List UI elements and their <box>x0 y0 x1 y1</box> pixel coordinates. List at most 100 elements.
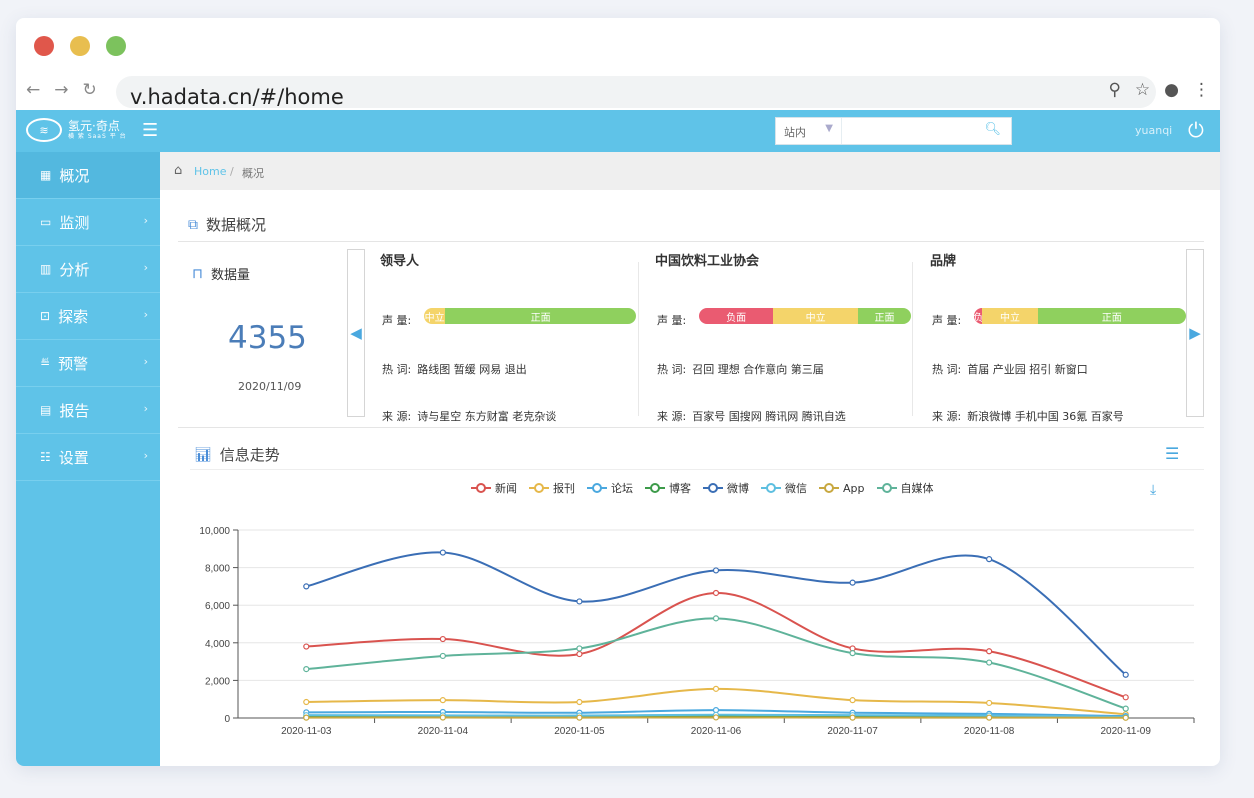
legend-label: 微信 <box>785 482 807 495</box>
sidebar-item-overview[interactable]: ▦ 概况 <box>16 152 160 199</box>
data-point <box>303 666 310 673</box>
sidebar-item-explore[interactable]: ⊡ 探索 › <box>16 293 160 340</box>
data-point <box>1122 714 1129 721</box>
overview-section-title: ⧉ 数据概况 <box>188 214 266 235</box>
sources-row-value: 百家号 国搜网 腾讯网 腾讯自选 <box>692 410 846 423</box>
data-point <box>439 714 446 721</box>
data-volume-count: 4355 <box>228 320 307 356</box>
sentiment-segment[interactable]: 正面 <box>857 308 911 324</box>
legend-item[interactable]: 新闻 <box>471 480 517 496</box>
chevron-down-icon: ▼ <box>825 123 833 134</box>
y-tick-label: 6,000 <box>205 601 230 612</box>
chevron-right-icon: › <box>143 402 148 415</box>
trend-title-text: 信息走势 <box>219 446 280 464</box>
sidebar-item-report[interactable]: ▤ 报告 › <box>16 387 160 434</box>
divider <box>912 262 913 416</box>
username[interactable]: yuanqi <box>1135 124 1172 137</box>
hot-words-row-label: 热 词: <box>932 363 962 376</box>
y-tick-label: 8,000 <box>205 564 230 575</box>
legend-item[interactable]: 论坛 <box>587 480 633 496</box>
star-icon[interactable]: ☆ <box>1135 80 1150 100</box>
x-tick-label: 2020-11-09 <box>1101 726 1152 737</box>
volume-row: 声 量: <box>932 312 967 328</box>
data-point <box>712 685 720 692</box>
volume-row: 声 量: <box>657 312 692 328</box>
reload-icon[interactable]: ↻ <box>83 80 97 100</box>
sidebar-item-label: 分析 <box>59 260 90 279</box>
series-line <box>306 617 1127 710</box>
data-point <box>712 589 720 597</box>
hot-words-row: 热 词: 首届 产业园 招引 新窗口 <box>932 361 1088 377</box>
breadcrumb-current: 概况 <box>242 167 264 180</box>
chart-options-icon[interactable]: ☰ <box>1165 444 1179 463</box>
data-point <box>576 714 583 721</box>
zoom-icon[interactable]: ⚲ <box>1108 80 1120 100</box>
more-icon[interactable]: ⋮ <box>1193 80 1210 100</box>
app-logo[interactable]: ≋ 氢元·奇点 横 紫 SaaS 平 台 <box>26 118 127 142</box>
sentiment-segment[interactable]: 正面 <box>1037 308 1186 324</box>
sources-row-value: 新浪微博 手机中国 36氪 百家号 <box>967 410 1124 423</box>
chart-legend: 新闻 报刊 论坛 博客 微博 微信 App 自媒体 <box>471 480 934 496</box>
sources-row: 来 源: 诗与星空 东方财富 老克杂谈 <box>382 408 556 424</box>
topic-card[interactable]: 品牌 声 量: 热 词: 首届 产业园 招引 新窗口来 源: 新浪微博 手机中国 36… <box>918 248 1192 423</box>
close-window-button[interactable] <box>34 36 54 56</box>
sentiment-segment[interactable]: 负 <box>974 308 983 324</box>
search-scope-select[interactable]: 站内 ▼ <box>776 118 842 144</box>
data-point <box>986 714 993 721</box>
divider <box>638 262 639 416</box>
menu-toggle-icon[interactable]: ☰ <box>142 120 158 141</box>
search-scope-value: 站内 <box>784 126 806 139</box>
sources-row: 来 源: 新浪微博 手机中国 36氪 百家号 <box>932 408 1124 424</box>
carousel-prev-button[interactable]: ◀ <box>347 249 365 417</box>
sentiment-segment[interactable]: 中立 <box>424 308 446 324</box>
sentiment-bar: 负面 中立 正面 <box>699 308 911 324</box>
back-icon[interactable]: ← <box>26 80 40 100</box>
data-point <box>849 650 856 657</box>
logo-icon: ≋ <box>26 118 62 142</box>
sidebar-item-analysis[interactable]: ▥ 分析 › <box>16 246 160 293</box>
sources-row: 来 源: 百家号 国搜网 腾讯网 腾讯自选 <box>657 408 846 424</box>
sidebar-item-alert[interactable]: ≝ 预警 › <box>16 340 160 387</box>
sentiment-segment[interactable]: 负面 <box>699 308 774 324</box>
legend-item[interactable]: App <box>819 480 865 496</box>
chevron-right-icon: › <box>143 355 148 368</box>
maximize-window-button[interactable] <box>106 36 126 56</box>
data-point <box>576 650 583 658</box>
x-tick-label: 2020-11-07 <box>827 726 878 737</box>
logout-icon[interactable]: ⏻ <box>1188 118 1204 142</box>
search-icon[interactable]: 🔍︎ <box>984 122 1001 137</box>
logo-subtitle: 横 紫 SaaS 平 台 <box>68 133 127 140</box>
browser-window: ← → ↻ v.hadata.cn/#/home ⚲ ☆ ● ⋮ ≋ 氢元·奇点… <box>16 18 1220 766</box>
minimize-window-button[interactable] <box>70 36 90 56</box>
account-icon[interactable]: ● <box>1164 80 1179 100</box>
y-tick-label: 10,000 <box>199 526 230 537</box>
legend-item[interactable]: 微信 <box>761 480 807 496</box>
sources-row-label: 来 源: <box>382 410 412 423</box>
sentiment-segment[interactable]: 中立 <box>773 308 858 324</box>
legend-marker <box>645 483 665 493</box>
data-point <box>303 714 310 721</box>
breadcrumb-home[interactable]: Home <box>194 165 226 178</box>
hot-words-row-value: 路线图 暂缓 网易 退出 <box>417 363 527 376</box>
alert-icon: ≝ <box>40 356 51 370</box>
sentiment-bar: 中立 正面 <box>424 308 636 324</box>
topic-card[interactable]: 中国饮料工业协会 声 量: 热 词: 召回 理想 合作意向 第三届来 源: 百家号 国… <box>643 248 917 423</box>
trend-line-chart: 0 2,000 4,000 6,000 8,000 10,000 2020-11-03 202… <box>199 526 1195 737</box>
download-icon[interactable]: ⤓ <box>1150 482 1156 498</box>
address-bar[interactable]: v.hadata.cn/#/home <box>116 76 1156 109</box>
legend-label: 微博 <box>727 482 749 495</box>
data-point <box>986 699 993 707</box>
legend-item[interactable]: 自媒体 <box>876 480 934 496</box>
legend-item[interactable]: 微博 <box>703 480 749 496</box>
divider <box>190 469 1204 470</box>
data-point <box>712 567 720 574</box>
sidebar-item-monitor[interactable]: ▭ 监测 › <box>16 199 160 246</box>
sidebar-item-settings[interactable]: ☷ 设置 › <box>16 434 160 481</box>
forward-icon[interactable]: → <box>54 80 68 100</box>
sentiment-segment[interactable]: 中立 <box>982 308 1038 324</box>
legend-item[interactable]: 博客 <box>645 480 691 496</box>
topic-card[interactable]: 领导人 声 量: 热 词: 路线图 暂缓 网易 退出来 源: 诗与星空 东方财富 老克… <box>368 248 642 423</box>
chevron-right-icon: › <box>143 449 148 462</box>
legend-item[interactable]: 报刊 <box>529 480 575 496</box>
sentiment-segment[interactable]: 正面 <box>445 308 636 324</box>
